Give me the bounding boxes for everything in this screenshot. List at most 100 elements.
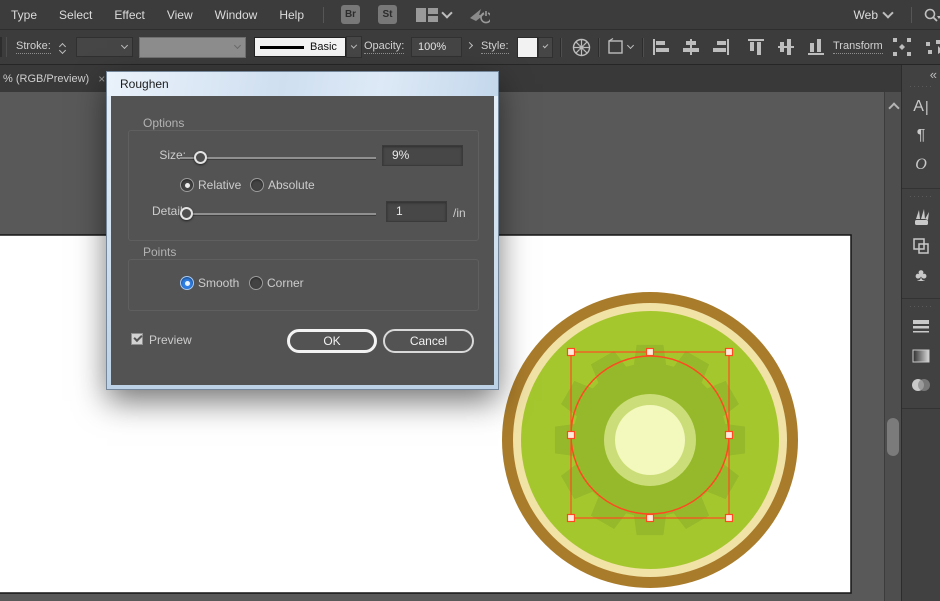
recolor-artwork-button[interactable]: [569, 35, 593, 59]
align-center-vertical-button[interactable]: [774, 35, 798, 59]
menu-window[interactable]: Window: [204, 8, 269, 22]
brush-dropdown-chevron[interactable]: [346, 36, 362, 58]
selection-handle[interactable]: [568, 432, 575, 439]
preview-checkbox[interactable]: [131, 333, 143, 345]
align-bottom-button[interactable]: [804, 35, 828, 59]
transparency-panel-button[interactable]: [902, 373, 940, 397]
absolute-label[interactable]: Absolute: [268, 178, 315, 192]
dialog-body: Options Size: 9% Relative Absolute Detai…: [111, 96, 494, 385]
selection-handle[interactable]: [726, 515, 733, 522]
transparency-panel-icon: [910, 376, 932, 394]
corner-radio[interactable]: [249, 276, 263, 290]
ok-button[interactable]: OK: [287, 329, 377, 353]
relative-label[interactable]: Relative: [198, 178, 241, 192]
style-dropdown-chevron[interactable]: [538, 37, 553, 58]
arrange-documents-button[interactable]: [416, 8, 451, 22]
cancel-button[interactable]: Cancel: [383, 329, 474, 353]
shear-icon: [924, 37, 940, 57]
menu-effect[interactable]: Effect: [103, 8, 155, 22]
paragraph-panel-icon: ¶: [917, 127, 926, 145]
detail-value-field[interactable]: 1: [386, 201, 447, 222]
document-tab[interactable]: % (RGB/Preview) ×: [0, 72, 105, 86]
style-label[interactable]: Style:: [481, 40, 509, 54]
kiwi-artwork[interactable]: [502, 292, 798, 588]
workspace-switcher[interactable]: Web: [843, 8, 903, 22]
smooth-radio[interactable]: [180, 276, 194, 290]
character-panel-button[interactable]: A|: [902, 95, 940, 119]
absolute-radio[interactable]: [250, 178, 264, 192]
align-top-icon: [746, 37, 766, 57]
collapse-panels-icon[interactable]: «: [930, 67, 935, 82]
scrollbar-thumb[interactable]: [887, 418, 899, 456]
align-center-horizontal-button[interactable]: [679, 35, 703, 59]
align-top-button[interactable]: [744, 35, 768, 59]
dialog-title: Roughen: [120, 77, 169, 91]
gripper-icon[interactable]: ······: [902, 83, 940, 90]
relative-radio[interactable]: [180, 178, 194, 192]
gradient-panel-button[interactable]: [902, 344, 940, 368]
shear-tool-button[interactable]: [922, 35, 940, 59]
share-button[interactable]: [467, 3, 491, 27]
chevron-down-icon: [441, 7, 452, 18]
menu-help[interactable]: Help: [268, 8, 315, 22]
menu-select[interactable]: Select: [48, 8, 103, 22]
style-swatch[interactable]: [517, 37, 538, 58]
share-power-icon: [468, 6, 490, 24]
search-button[interactable]: [920, 3, 940, 27]
selection-handle[interactable]: [726, 349, 733, 356]
selection-handle[interactable]: [568, 515, 575, 522]
gripper-icon[interactable]: ······: [902, 193, 940, 200]
selection-handle[interactable]: [647, 515, 654, 522]
stroke-panel-button[interactable]: [902, 315, 940, 339]
chevron-down-icon: [543, 43, 549, 49]
size-value-field[interactable]: 9%: [382, 145, 463, 166]
document-setup-button[interactable]: [604, 35, 628, 59]
selection-handle[interactable]: [647, 349, 654, 356]
selection-handle[interactable]: [568, 349, 575, 356]
artboards-panel-button[interactable]: [902, 234, 940, 258]
size-slider[interactable]: [180, 157, 376, 159]
preview-label[interactable]: Preview: [149, 333, 192, 347]
size-slider-knob[interactable]: [194, 151, 207, 164]
detail-slider[interactable]: [180, 213, 376, 215]
bridge-button[interactable]: Br: [341, 5, 360, 24]
corner-label[interactable]: Corner: [267, 276, 304, 290]
detail-slider-knob[interactable]: [180, 207, 193, 220]
menu-view[interactable]: View: [156, 8, 204, 22]
brush-definition-dropdown[interactable]: Basic: [254, 37, 346, 57]
opentype-panel-icon: O: [915, 156, 927, 174]
stroke-label[interactable]: Stroke:: [16, 40, 51, 54]
vertical-scrollbar[interactable]: [884, 92, 901, 601]
stock-button[interactable]: St: [378, 5, 397, 24]
paragraph-panel-button[interactable]: ¶: [902, 124, 940, 148]
opacity-expand-button[interactable]: [462, 35, 477, 59]
opacity-label[interactable]: Opacity:: [364, 40, 404, 54]
detail-label: Detail:: [139, 204, 186, 218]
selection-handle[interactable]: [726, 432, 733, 439]
scroll-up-button[interactable]: [890, 99, 898, 117]
gripper-icon[interactable]: ······: [902, 303, 940, 310]
smooth-label[interactable]: Smooth: [198, 276, 239, 290]
stroke-weight-stepper[interactable]: [55, 37, 70, 57]
variable-width-profile-dropdown[interactable]: [139, 37, 246, 58]
align-right-button[interactable]: [709, 35, 733, 59]
roughen-dialog: Roughen Options Size: 9% Relative Absolu…: [107, 72, 498, 389]
menu-type[interactable]: Type: [0, 8, 48, 22]
free-distort-icon: [892, 37, 912, 57]
stroke-weight-dropdown[interactable]: [76, 37, 133, 57]
align-left-button[interactable]: [649, 35, 673, 59]
brushes-panel-button[interactable]: [902, 205, 940, 229]
dialog-titlebar[interactable]: Roughen: [107, 72, 498, 96]
dock-group-objects: ······ ♣: [902, 189, 940, 299]
tab-close-icon[interactable]: ×: [98, 72, 105, 86]
transform-label[interactable]: Transform: [833, 40, 883, 54]
opentype-panel-button[interactable]: O: [902, 153, 940, 177]
symbols-panel-button[interactable]: ♣: [902, 263, 940, 287]
search-icon: [922, 7, 940, 23]
opacity-value-field[interactable]: 100%: [411, 37, 462, 57]
free-distort-button[interactable]: [890, 35, 914, 59]
artboards-panel-icon: [911, 236, 931, 256]
divider: [323, 7, 324, 23]
character-panel-icon: A: [913, 98, 924, 116]
artboard-icon: [606, 38, 626, 56]
